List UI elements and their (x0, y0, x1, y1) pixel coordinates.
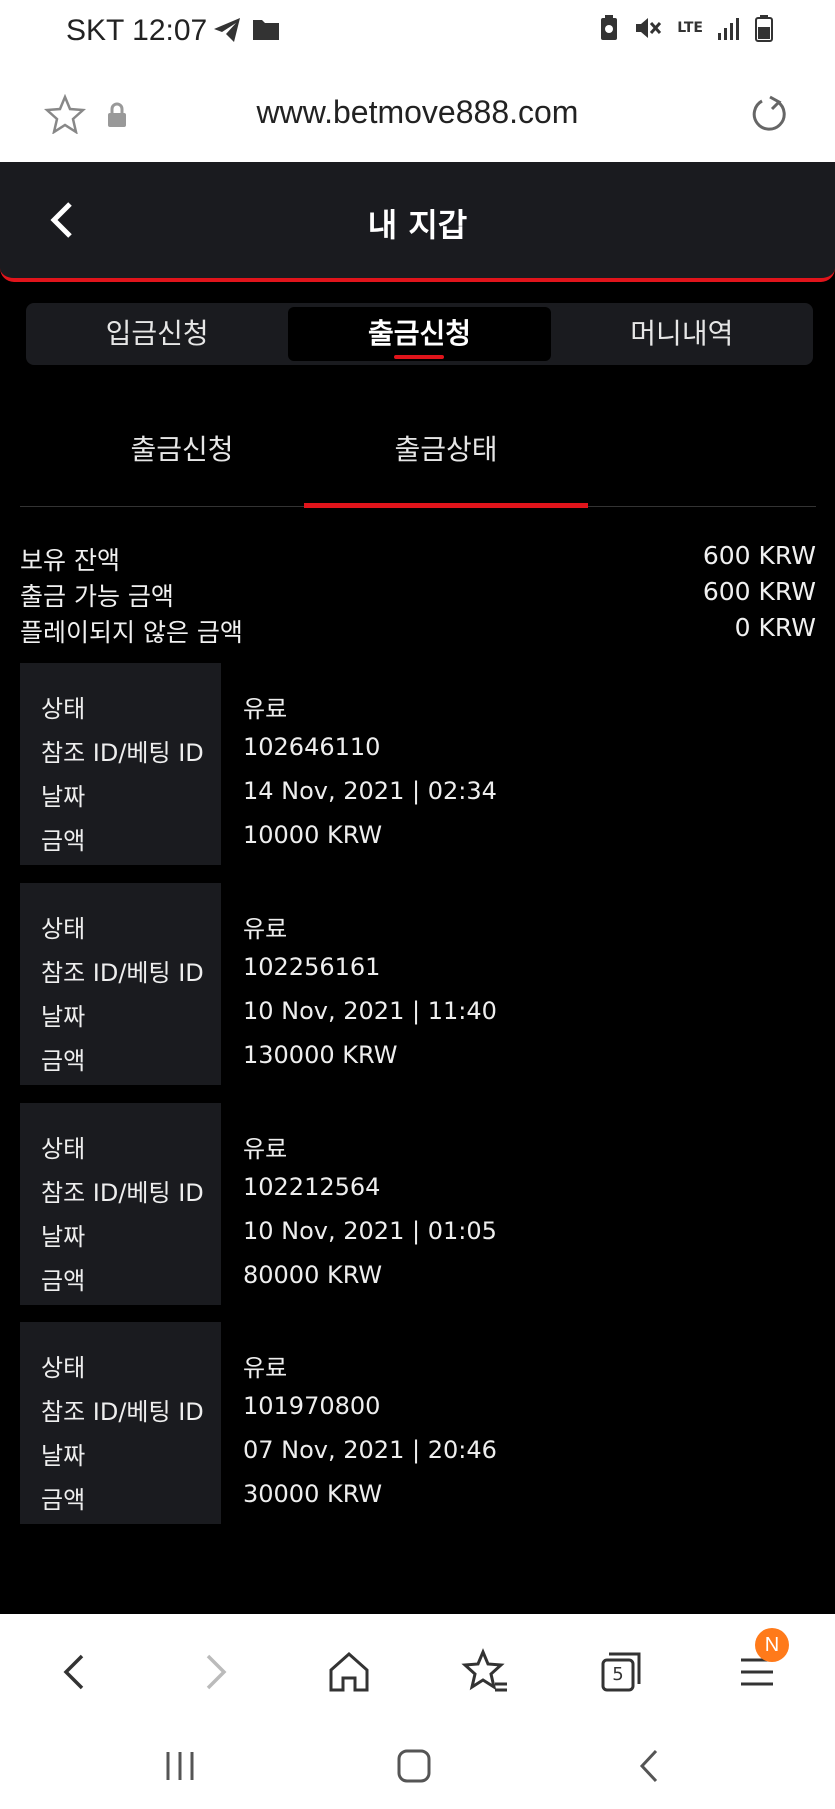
status-label: 상태 (41, 695, 86, 723)
recent-apps-icon[interactable] (160, 1746, 200, 1786)
tab-money-history[interactable]: 머니내역 (551, 303, 813, 365)
status-bar: SKT 12:07 LTE (0, 0, 835, 66)
balance-label: 플레이되지 않은 금액 (20, 618, 243, 647)
amount-value: 30000 KRW (243, 1480, 383, 1508)
withdraw-record: 상태 유료 참조 ID/베팅 ID 102256161 날짜 10 Nov, 2… (20, 883, 816, 1085)
ref-id-label: 참조 ID/베팅 ID (41, 959, 204, 987)
home-icon[interactable] (321, 1644, 377, 1700)
date-label: 날짜 (41, 1223, 86, 1251)
date-value: 10 Nov, 2021 | 11:40 (243, 997, 497, 1025)
status-value: 유료 (243, 915, 288, 943)
date-value: 14 Nov, 2021 | 02:34 (243, 777, 497, 805)
tab-withdraw[interactable]: 출금신청 (288, 307, 551, 361)
active-tab-indicator (394, 355, 445, 359)
reload-icon[interactable] (748, 94, 788, 134)
folder-icon (253, 20, 279, 40)
status-label: 상태 (41, 1354, 86, 1382)
browser-url-bar: www.betmove888.com (0, 66, 835, 162)
ref-id-label: 참조 ID/베팅 ID (41, 1179, 204, 1207)
active-subtab-indicator (304, 503, 588, 508)
telegram-icon (214, 18, 240, 42)
browser-toolbar: 5 N (0, 1614, 835, 1726)
page-header: 내 지갑 (0, 162, 835, 282)
battery-icon (755, 15, 773, 42)
tab-deposit[interactable]: 입금신청 (26, 303, 288, 365)
battery-saver-icon (601, 15, 618, 40)
tab-withdraw-label: 출금신청 (367, 317, 472, 350)
tabs-button[interactable]: 5 (593, 1644, 649, 1700)
subtab-withdraw-status-label: 출금상태 (394, 433, 498, 466)
date-value: 10 Nov, 2021 | 01:05 (243, 1217, 497, 1245)
amount-label: 금액 (41, 1047, 86, 1075)
ref-id-label: 참조 ID/베팅 ID (41, 739, 204, 767)
withdraw-record: 상태 유료 참조 ID/베팅 ID 101970800 날짜 07 Nov, 2… (20, 1322, 816, 1524)
balance-row-unplayed: 플레이되지 않은 금액 0 KRW (20, 613, 816, 649)
ref-id-value: 102256161 (243, 953, 381, 981)
ref-id-value: 101970800 (243, 1392, 381, 1420)
notification-badge: N (755, 1628, 789, 1662)
subtab-withdraw-request[interactable]: 출금신청 (40, 428, 324, 506)
system-navigation-bar (0, 1726, 835, 1809)
bookmarks-icon[interactable] (457, 1644, 513, 1700)
date-label: 날짜 (41, 783, 86, 811)
menu-button[interactable]: N (729, 1628, 789, 1700)
balance-row-withdrawable: 출금 가능 금액 600 KRW (20, 577, 816, 613)
signal-icon (718, 18, 739, 40)
balance-value: 0 KRW (734, 613, 816, 642)
amount-label: 금액 (41, 1486, 86, 1514)
home-square-icon[interactable] (394, 1746, 434, 1786)
page-title: 내 지갑 (367, 206, 468, 244)
amount-value: 130000 KRW (243, 1041, 398, 1069)
ref-id-value: 102212564 (243, 1173, 381, 1201)
status-label: 상태 (41, 915, 86, 943)
balance-value: 600 KRW (702, 577, 816, 606)
amount-value: 10000 KRW (243, 821, 383, 849)
balance-label: 보유 잔액 (20, 546, 120, 575)
system-back-icon[interactable] (630, 1746, 670, 1786)
url-text[interactable]: www.betmove888.com (0, 94, 835, 131)
date-value: 07 Nov, 2021 | 20:46 (243, 1436, 497, 1464)
carrier-time: SKT 12:07 (66, 14, 208, 47)
date-label: 날짜 (41, 1442, 86, 1470)
balance-label: 출금 가능 금액 (20, 582, 174, 611)
wallet-tabs: 입금신청 출금신청 머니내역 (26, 303, 813, 365)
amount-label: 금액 (41, 827, 86, 855)
balance-row-holding: 보유 잔액 600 KRW (20, 541, 816, 577)
ref-id-label: 참조 ID/베팅 ID (41, 1398, 204, 1426)
amount-label: 금액 (41, 1267, 86, 1295)
mute-icon (636, 18, 662, 38)
subtab-withdraw-status[interactable]: 출금상태 (304, 428, 588, 508)
ref-id-value: 102646110 (243, 733, 381, 761)
tabs-count: 5 (612, 1664, 624, 1685)
amount-value: 80000 KRW (243, 1261, 383, 1289)
withdraw-record: 상태 유료 참조 ID/베팅 ID 102212564 날짜 10 Nov, 2… (20, 1103, 816, 1305)
browser-back-icon[interactable] (48, 1644, 104, 1700)
balance-value: 600 KRW (702, 541, 816, 570)
status-value: 유료 (243, 695, 288, 723)
status-value: 유료 (243, 1354, 288, 1382)
network-label: LTE (677, 20, 703, 36)
browser-forward-icon[interactable] (186, 1644, 242, 1700)
status-value: 유료 (243, 1135, 288, 1163)
status-label: 상태 (41, 1135, 86, 1163)
withdraw-subtabs: 출금신청 출금상태 (20, 408, 816, 508)
date-label: 날짜 (41, 1003, 86, 1031)
withdraw-record: 상태 유료 참조 ID/베팅 ID 102646110 날짜 14 Nov, 2… (20, 663, 816, 865)
